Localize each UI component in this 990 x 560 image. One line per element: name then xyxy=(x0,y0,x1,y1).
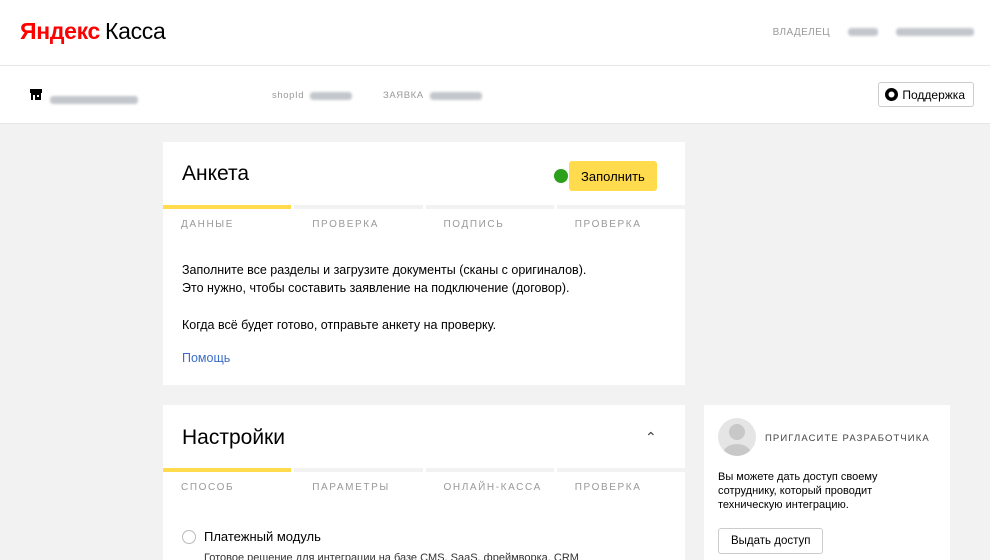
application-value-redacted xyxy=(429,91,482,100)
questionnaire-title: Анкета xyxy=(182,162,250,185)
payment-module-radio[interactable] xyxy=(182,530,196,544)
step-review[interactable]: ПРОВЕРКА xyxy=(294,205,423,230)
shop-id-label: shopId xyxy=(272,90,305,101)
application-label: ЗАЯВКА xyxy=(383,90,424,101)
logo-product: Касса xyxy=(105,18,166,44)
instructions-text: Заполните все разделы и загрузите докуме… xyxy=(182,261,586,297)
step-label: ПАРАМЕТРЫ xyxy=(312,482,390,493)
owner-id-redacted xyxy=(848,27,878,38)
step-signature[interactable]: ПОДПИСЬ xyxy=(425,205,554,230)
questionnaire-card: Анкета Заполнить ДАННЫЕ ПРОВЕРКА ПОДПИСЬ… xyxy=(163,142,685,385)
grant-access-button[interactable]: Выдать доступ xyxy=(718,528,824,554)
step-online-kassa[interactable]: ОНЛАЙН-КАССА xyxy=(425,468,554,493)
step-final-review[interactable]: ПРОВЕРКА xyxy=(556,205,685,230)
avatar-placeholder-icon xyxy=(718,418,756,456)
invite-title: ПРИГЛАСИТЕ РАЗРАБОТЧИКА xyxy=(765,433,930,444)
step-label: ПРОВЕРКА xyxy=(574,219,642,230)
owner-info: ВЛАДЕЛЕЦ xyxy=(773,27,974,38)
application-id: ЗАЯВКА xyxy=(383,90,482,101)
help-link[interactable]: Помощь xyxy=(182,351,230,365)
step-settings-review[interactable]: ПРОВЕРКА xyxy=(556,468,685,493)
shop-id-value-redacted xyxy=(310,91,353,100)
logo-brand: Яндекс xyxy=(20,18,101,44)
chevron-up-icon[interactable]: ⌃ xyxy=(645,429,657,446)
step-method[interactable]: СПОСОБ xyxy=(163,468,292,493)
step-label: ПОДПИСЬ xyxy=(443,219,505,230)
instructions-line-1: Заполните все разделы и загрузите докуме… xyxy=(182,263,587,277)
settings-steps: СПОСОБ ПАРАМЕТРЫ ОНЛАЙН-КАССА ПРОВЕРКА xyxy=(163,468,685,493)
support-headset-icon xyxy=(885,88,899,101)
yandex-kassa-logo[interactable]: Яндекс Касса xyxy=(20,18,166,45)
submit-hint-text: Когда всё будет готово, отправьте анкету… xyxy=(182,318,497,332)
questionnaire-steps: ДАННЫЕ ПРОВЕРКА ПОДПИСЬ ПРОВЕРКА xyxy=(163,205,685,230)
step-label: ПРОВЕРКА xyxy=(574,482,642,493)
shop-id: shopId xyxy=(272,90,353,101)
shop-name-redacted xyxy=(50,91,138,109)
step-label: СПОСОБ xyxy=(181,482,235,493)
step-label: ПРОВЕРКА xyxy=(312,219,379,230)
support-button[interactable]: Поддержка xyxy=(878,82,974,107)
settings-title: Настройки xyxy=(182,426,285,449)
invite-line-2: сотруднику, который проводит xyxy=(718,485,873,497)
shop-bar: shopId ЗАЯВКА Поддержка xyxy=(0,66,990,124)
shop-icon xyxy=(30,89,42,100)
invite-description: Вы можете дать доступ своему сотруднику,… xyxy=(718,470,878,512)
fill-button[interactable]: Заполнить xyxy=(569,161,657,191)
invite-developer-card: ПРИГЛАСИТЕ РАЗРАБОТЧИКА Вы можете дать д… xyxy=(704,405,950,560)
support-label: Поддержка xyxy=(902,87,965,102)
instructions-line-2: Это нужно, чтобы составить заявление на … xyxy=(182,281,570,295)
payment-module-description: Готовое решение для интеграции на базе C… xyxy=(204,552,579,560)
settings-card: Настройки ⌃ СПОСОБ ПАРАМЕТРЫ ОНЛАЙН-КАСС… xyxy=(163,405,685,560)
payment-module-label[interactable]: Платежный модуль xyxy=(204,529,321,544)
status-indicator-icon xyxy=(554,169,568,183)
top-bar: Яндекс Касса ВЛАДЕЛЕЦ xyxy=(0,0,990,66)
owner-email-redacted[interactable] xyxy=(896,27,974,38)
invite-line-3: техническую интеграцию. xyxy=(718,499,849,511)
step-data[interactable]: ДАННЫЕ xyxy=(163,205,292,230)
step-label: ДАННЫЕ xyxy=(181,219,235,230)
owner-label: ВЛАДЕЛЕЦ xyxy=(772,27,830,38)
invite-line-1: Вы можете дать доступ своему xyxy=(718,471,878,483)
step-parameters[interactable]: ПАРАМЕТРЫ xyxy=(294,468,423,493)
step-label: ОНЛАЙН-КАССА xyxy=(443,482,542,493)
